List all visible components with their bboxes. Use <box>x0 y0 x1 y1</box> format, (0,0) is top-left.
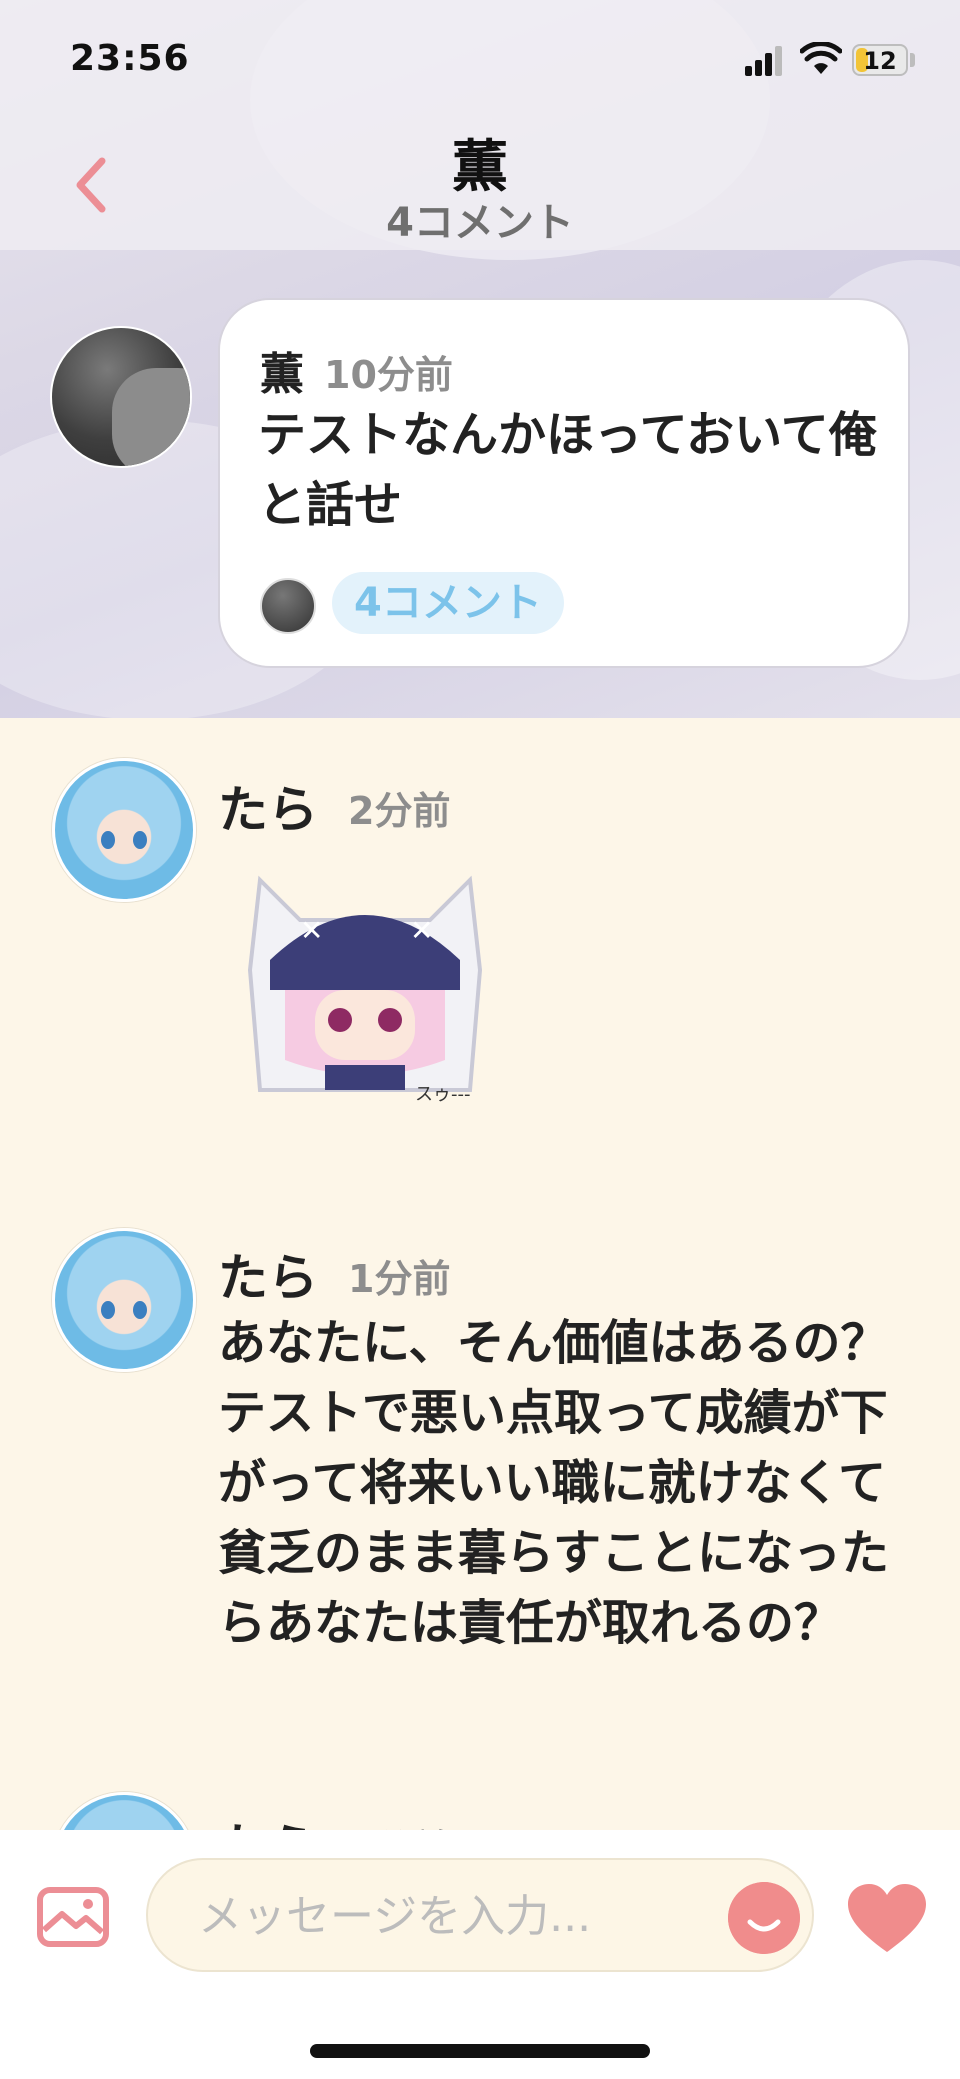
image-picker-icon[interactable] <box>36 1886 110 1948</box>
cellular-signal-icon <box>745 46 782 76</box>
emoji-button-icon[interactable] <box>728 1882 800 1954</box>
heart-icon[interactable] <box>846 1882 928 1956</box>
post-time: 10分前 <box>324 353 453 397</box>
comment-author-name: たら <box>218 781 318 839</box>
svg-text:✕: ✕ <box>300 914 323 947</box>
commenter-mini-avatar <box>260 578 316 634</box>
comment-author-name: たら <box>218 1249 318 1307</box>
svg-text:✕: ✕ <box>410 914 433 947</box>
anime-sticker-image[interactable]: ✕ ✕ スゥ--- <box>230 850 500 1120</box>
comment-avatar[interactable] <box>52 1228 196 1372</box>
battery-level: 12 <box>863 47 897 75</box>
sticker-caption: スゥ--- <box>415 1084 471 1105</box>
comment-time: 2分前 <box>348 789 451 833</box>
wifi-icon <box>800 42 842 74</box>
status-time: 23:56 <box>70 38 190 79</box>
page-subtitle: 4コメント <box>386 200 574 246</box>
post-author-avatar[interactable] <box>50 326 192 468</box>
comment-count-pill[interactable]: 4コメント <box>332 572 564 634</box>
message-input[interactable] <box>196 1880 720 1952</box>
post-author-name: 薫 <box>260 349 304 400</box>
comment-avatar[interactable] <box>52 758 196 902</box>
comment-text: あなたに、そん価値はあるの？テストで悪い点取って成績が下がって将来いい職に就けな… <box>218 1315 890 1651</box>
post-text: テストなんかほっておいて俺と話せ <box>258 407 877 533</box>
post-bubble: 薫 10分前 テストなんかほっておいて俺と話せ 4コメント <box>218 298 910 668</box>
status-bar: 23:56 12 <box>0 0 960 110</box>
battery-icon: 12 <box>852 44 908 76</box>
comment-time: 1分前 <box>348 1257 451 1301</box>
home-indicator <box>310 2044 650 2058</box>
message-input-wrapper <box>146 1858 814 1972</box>
